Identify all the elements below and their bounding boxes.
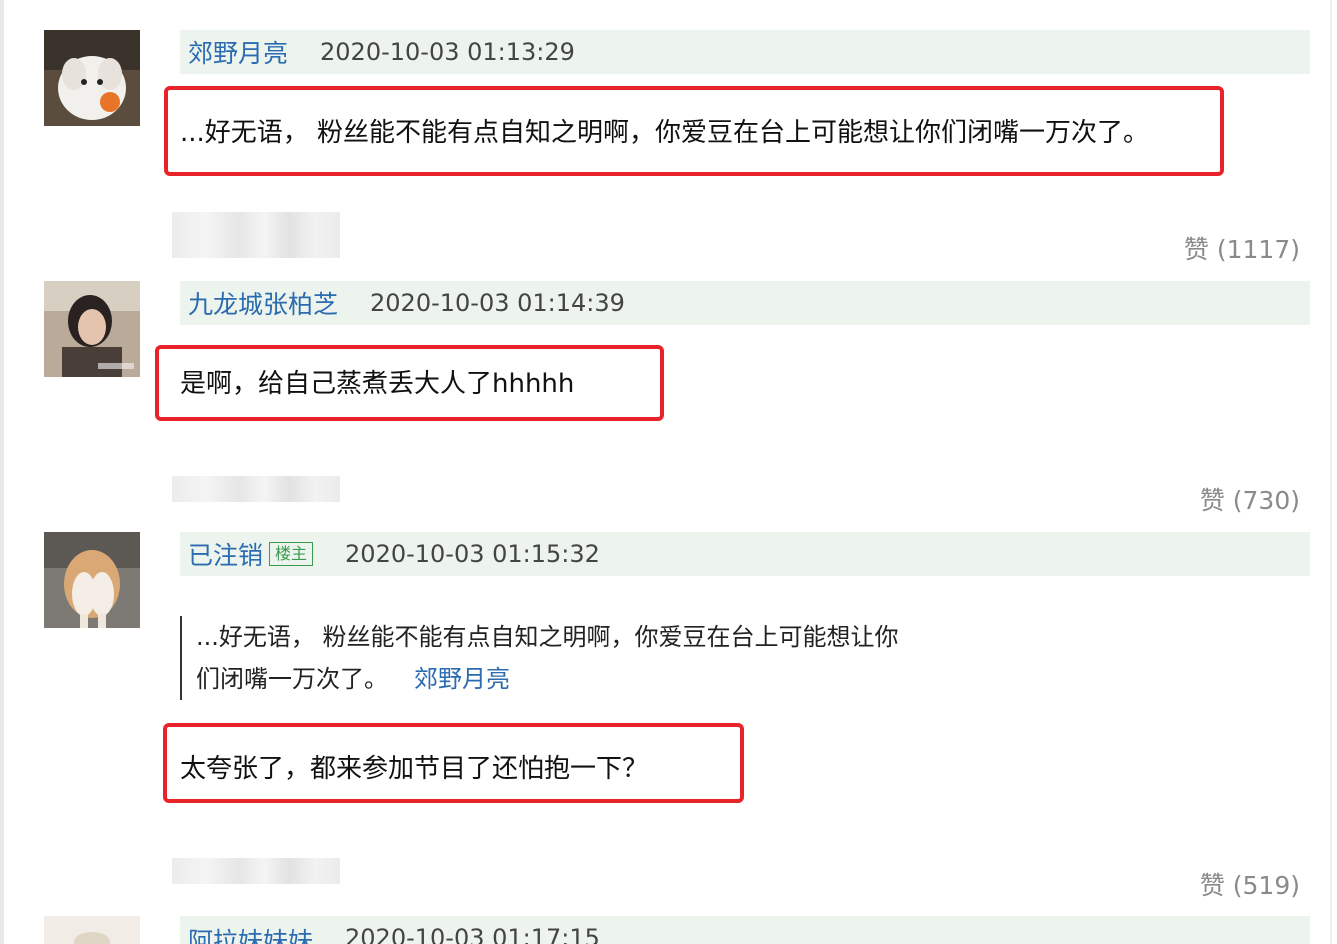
comment-text: ...好无语， 粉丝能不能有点自知之明啊，你爱豆在台上可能想让你们闭嘴一万次了。 bbox=[180, 118, 1150, 148]
quote-author-link[interactable]: 郊野月亮 bbox=[414, 665, 510, 693]
like-button[interactable]: 赞 (1117) bbox=[1184, 230, 1300, 266]
comment-text: 是啊，给自己蒸煮丢大人了hhhhh bbox=[180, 369, 575, 399]
comment-header: 已注销 楼主 2020-10-03 01:15:32 bbox=[180, 532, 1310, 576]
woman-portrait-avatar[interactable] bbox=[44, 281, 140, 377]
comment-header: 九龙城张柏芝 2020-10-03 01:14:39 bbox=[180, 281, 1310, 325]
like-button[interactable]: 赞 (730) bbox=[1200, 481, 1300, 517]
comment-timestamp: 2020-10-03 01:15:32 bbox=[345, 540, 600, 568]
quote-line: ...好无语， 粉丝能不能有点自知之明啊，你爱豆在台上可能想让你 bbox=[196, 623, 899, 651]
white-dog-avatar[interactable] bbox=[44, 30, 140, 126]
quote-text: 们闭嘴一万次了。 bbox=[196, 665, 388, 693]
blurred-actions bbox=[172, 476, 340, 502]
blurred-actions bbox=[172, 212, 340, 258]
op-badge: 楼主 bbox=[269, 542, 314, 566]
username-link[interactable]: 阿拉妹妹妹 bbox=[188, 922, 313, 944]
username-link[interactable]: 郊野月亮 bbox=[188, 34, 288, 70]
comment-header: 阿拉妹妹妹 2020-10-03 01:17:15 bbox=[180, 916, 1310, 944]
username-link[interactable]: 已注销 bbox=[188, 536, 263, 572]
right-border bbox=[1330, 0, 1332, 944]
comment-text: 太夸张了，都来参加节目了还怕抱一下？ bbox=[180, 754, 649, 784]
blurred-actions bbox=[172, 858, 340, 884]
partial-avatar[interactable] bbox=[44, 916, 140, 944]
quoted-reply: ...好无语， 粉丝能不能有点自知之明啊，你爱豆在台上可能想让你 们闭嘴一万次了… bbox=[180, 616, 980, 700]
comment-header: 郊野月亮 2020-10-03 01:13:29 bbox=[180, 30, 1310, 74]
comment-timestamp: 2020-10-03 01:13:29 bbox=[320, 38, 575, 66]
left-border bbox=[0, 0, 4, 944]
corgi-avatar[interactable] bbox=[44, 532, 140, 628]
like-button[interactable]: 赞 (519) bbox=[1200, 866, 1300, 902]
username-link[interactable]: 九龙城张柏芝 bbox=[188, 285, 338, 321]
comment-timestamp: 2020-10-03 01:14:39 bbox=[370, 289, 625, 317]
quote-line: 们闭嘴一万次了。 郊野月亮 bbox=[196, 658, 980, 700]
comment-timestamp: 2020-10-03 01:17:15 bbox=[345, 924, 600, 944]
